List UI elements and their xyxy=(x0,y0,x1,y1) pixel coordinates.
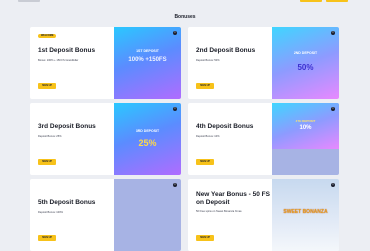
card-title: 1st Deposit Bonus xyxy=(38,47,96,54)
welcome-tag: WELCOME xyxy=(38,34,57,38)
info-icon[interactable]: i xyxy=(173,31,177,35)
bonus-card-1st-deposit: WELCOME 1st Deposit Bonus Bonus: 100% + … xyxy=(30,27,181,99)
card-title: 2nd Deposit Bonus xyxy=(196,47,256,54)
sign-up-button[interactable]: SIGN UP xyxy=(38,159,56,165)
card-title: 5th Deposit Bonus xyxy=(38,199,96,206)
info-icon[interactable]: i xyxy=(331,183,335,187)
info-icon[interactable]: i xyxy=(173,107,177,111)
bonus-card-new-year: New Year Bonus - 50 FS on Deposit 50 Fre… xyxy=(188,179,339,251)
bonus-card-5th-deposit: 5th Deposit Bonus Deposit Bonus: 100% SI… xyxy=(30,179,181,251)
card-subtitle: Bonus: 100% + 150 FS Grandfeller xyxy=(38,59,79,62)
promo-logo-text: SWEET BONANZA xyxy=(283,209,328,215)
sign-up-button[interactable]: SIGN UP xyxy=(196,159,214,165)
promo-image: 2ND DEPOSIT 50% xyxy=(272,27,339,99)
promo-image xyxy=(114,179,181,251)
site-logo[interactable] xyxy=(18,0,40,2)
signup-button[interactable] xyxy=(326,0,348,2)
promo-value: 50% xyxy=(297,63,314,72)
card-subtitle: Deposit Bonus: 50% xyxy=(196,59,220,62)
promo-label: 3RD DEPOSIT xyxy=(135,129,160,133)
top-bar xyxy=(0,0,370,3)
promo-label: 2ND DEPOSIT xyxy=(293,51,318,55)
login-button[interactable] xyxy=(300,0,322,2)
promo-image: SWEET BONANZA xyxy=(272,179,339,251)
info-icon[interactable]: i xyxy=(331,31,335,35)
sign-up-button[interactable]: SIGN UP xyxy=(38,235,56,241)
sign-up-button[interactable]: SIGN UP xyxy=(196,83,214,89)
card-subtitle: Deposit Bonus: 10% xyxy=(196,135,220,138)
card-title: New Year Bonus - 50 FS on Deposit xyxy=(196,191,270,206)
bonus-card-3rd-deposit: 3rd Deposit Bonus Deposit Bonus: 25% SIG… xyxy=(30,103,181,175)
promo-image: 1ST DEPOSIT 100% +150FS xyxy=(114,27,181,99)
promo-value: 10% xyxy=(299,125,312,131)
card-title: 4th Deposit Bonus xyxy=(196,123,254,130)
card-subtitle: 50 Free spins on Sweet Bonanza Xmas xyxy=(196,210,242,213)
bonus-card-2nd-deposit: 2nd Deposit Bonus Deposit Bonus: 50% SIG… xyxy=(188,27,339,99)
promo-value: 100% +150FS xyxy=(128,57,167,63)
info-icon[interactable]: i xyxy=(331,107,335,111)
sign-up-button[interactable]: SIGN UP xyxy=(196,235,214,241)
bonus-card-4th-deposit: 4th Deposit Bonus Deposit Bonus: 10% SIG… xyxy=(188,103,339,175)
promo-image: 3RD DEPOSIT 25% xyxy=(114,103,181,175)
promo-label: 4TH DEPOSIT xyxy=(295,119,316,123)
info-icon[interactable]: i xyxy=(173,183,177,187)
promo-label: 1ST DEPOSIT xyxy=(136,49,159,53)
promo-image: 4TH DEPOSIT 10% xyxy=(272,103,339,175)
page-title: Bonuses xyxy=(174,14,196,20)
sign-up-button[interactable]: SIGN UP xyxy=(38,83,56,89)
promo-value: 25% xyxy=(138,138,157,148)
card-subtitle: Deposit Bonus: 25% xyxy=(38,135,62,138)
card-subtitle: Deposit Bonus: 100% xyxy=(38,211,63,214)
card-title: 3rd Deposit Bonus xyxy=(38,123,96,130)
